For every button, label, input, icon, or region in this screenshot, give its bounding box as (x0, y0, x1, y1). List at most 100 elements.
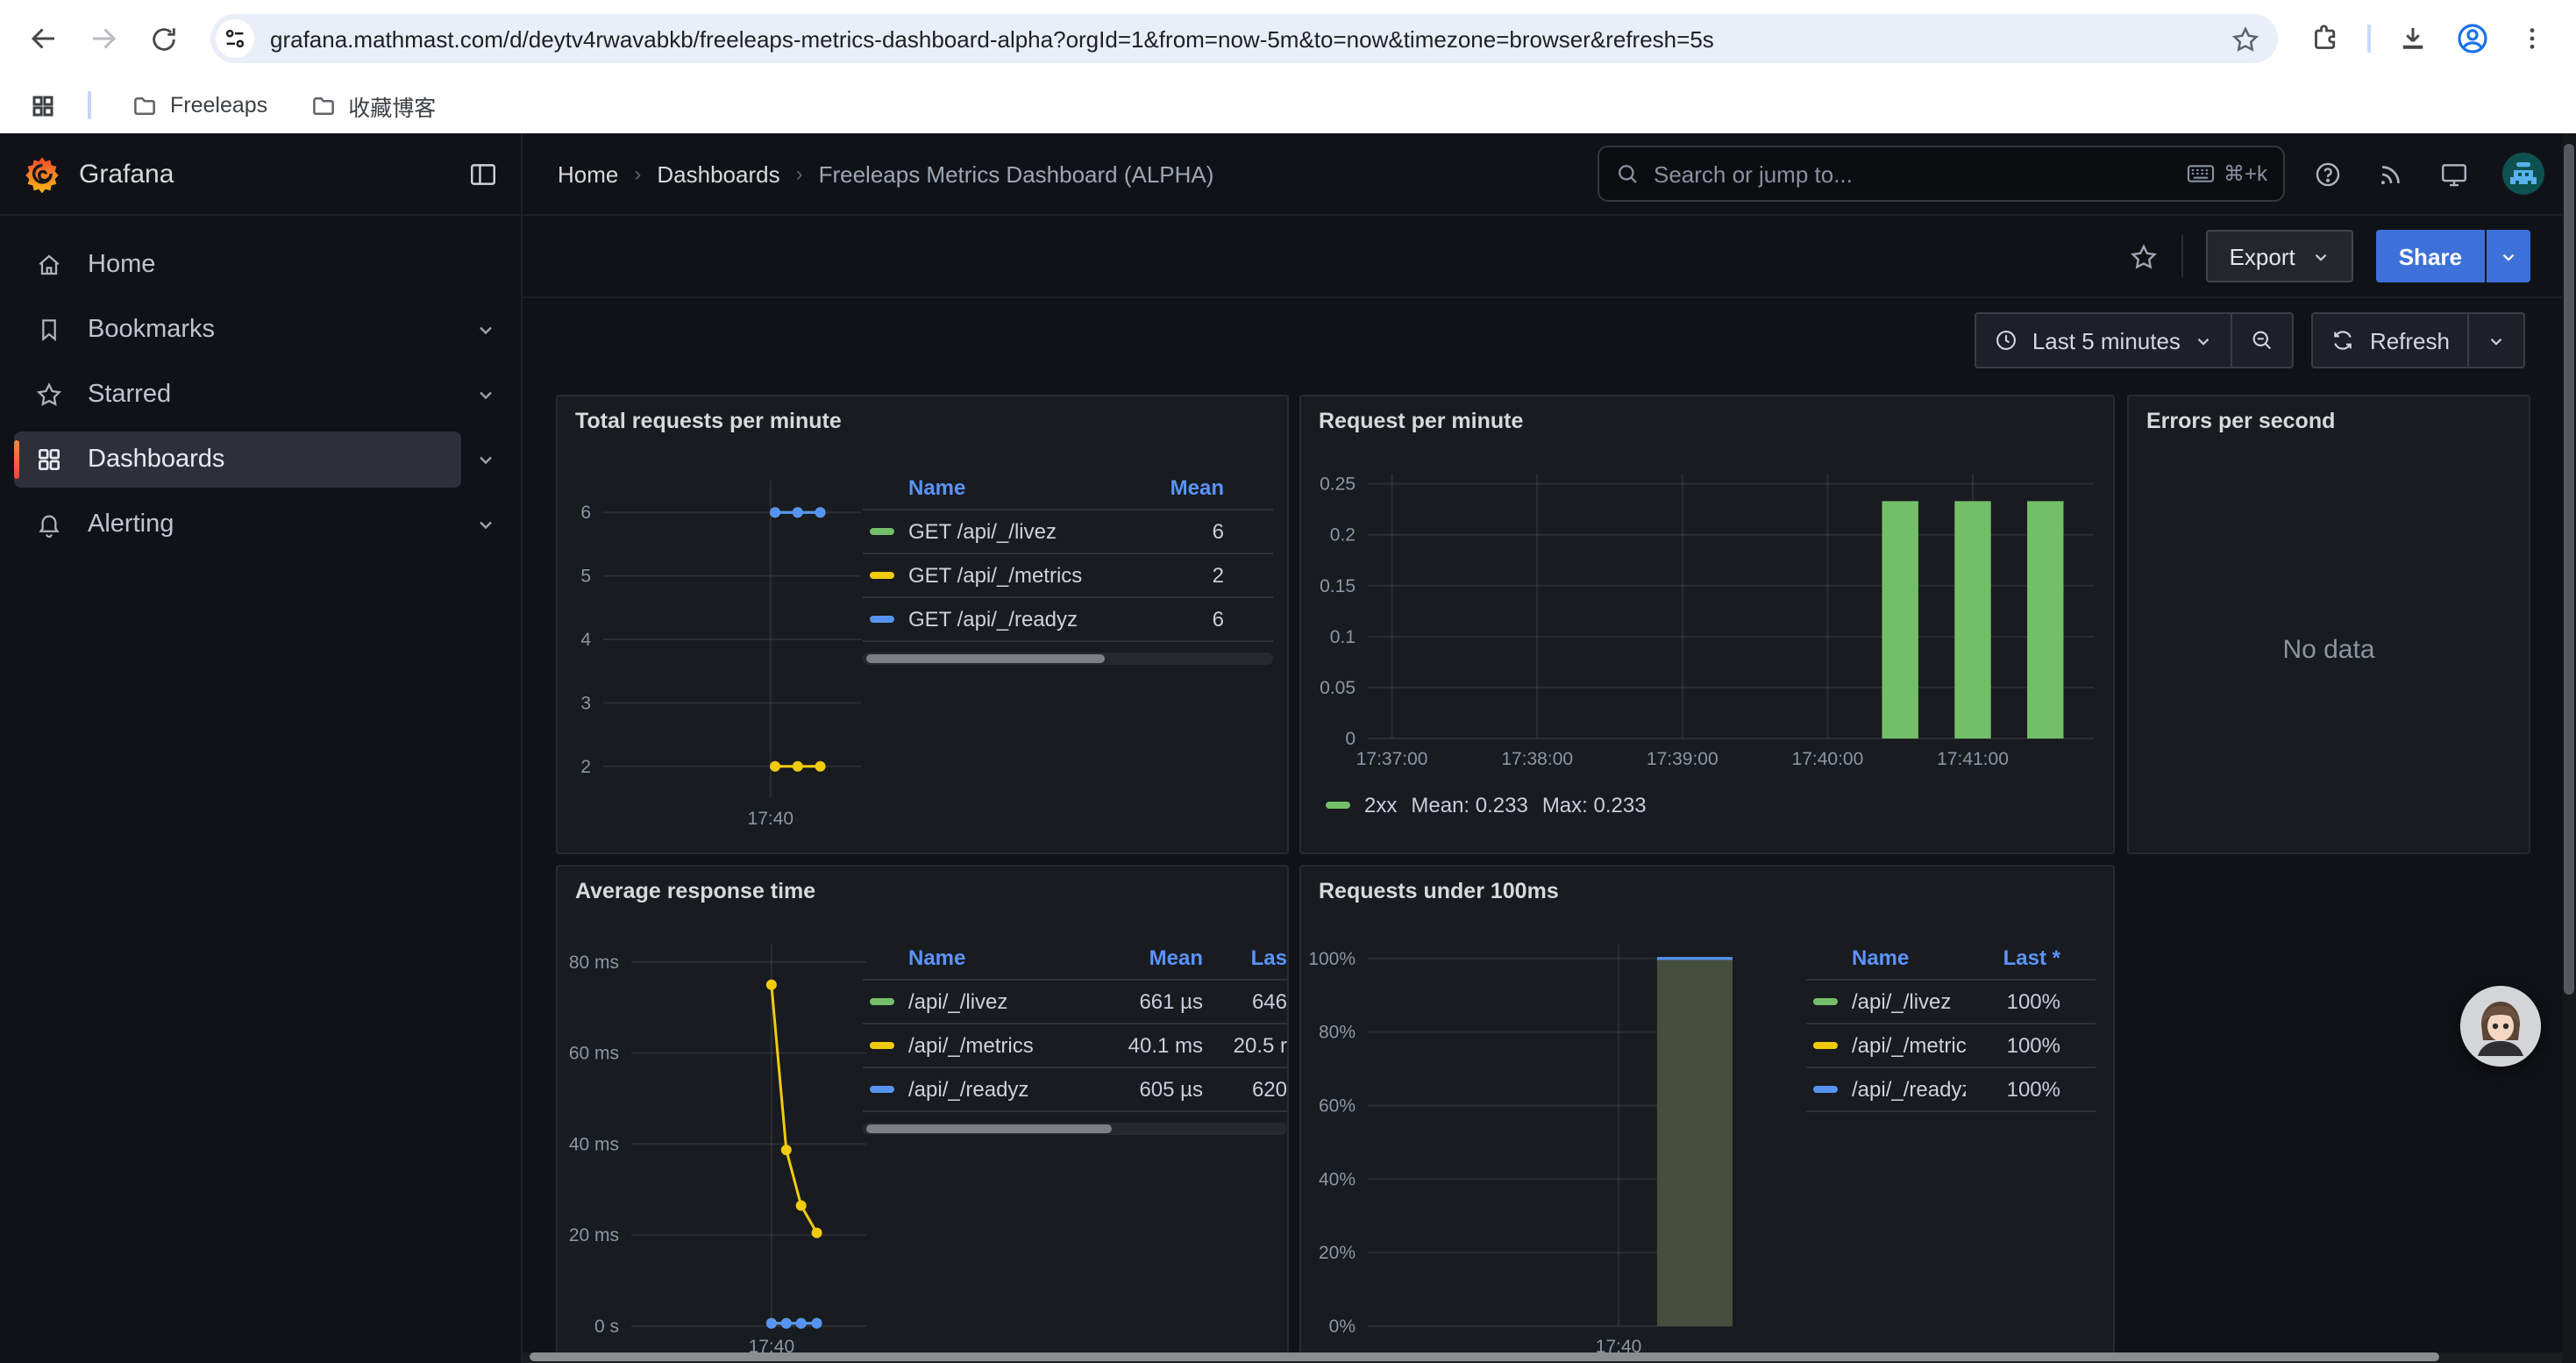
panel-title[interactable]: Errors per second (2129, 396, 2529, 446)
bookmark-label: Freeleaps (170, 93, 267, 118)
legend-row[interactable]: /api/_/readyz100% (1806, 1068, 2096, 1112)
bookmark-folder-freeleaps[interactable]: Freeleaps (116, 85, 283, 125)
main-area: Home › Dashboards › Freeleaps Metrics Da… (523, 133, 2576, 1363)
scrollbar-thumb[interactable] (530, 1352, 2439, 1361)
help-icon[interactable] (2313, 159, 2343, 189)
legend-scrollbar[interactable] (863, 653, 1273, 665)
panel-errors-per-second: Errors per second No data (2127, 395, 2530, 854)
expand-starred-button[interactable] (461, 370, 510, 419)
breadcrumb-dashboards[interactable]: Dashboards (657, 161, 779, 187)
sidebar-item-starred[interactable]: Starred (14, 367, 461, 423)
sidebar-toggle-icon[interactable] (468, 159, 498, 189)
refresh-interval-button[interactable] (2469, 314, 2523, 367)
time-range-picker[interactable]: Last 5 minutes (1976, 314, 2231, 367)
grafana-app: Grafana Home Bookmarks (0, 133, 2576, 1363)
legend-table[interactable]: NameMeanGET /api/_/livez6GET /api/_/metr… (863, 467, 1273, 665)
export-button[interactable]: Export (2207, 230, 2353, 282)
expand-alerting-button[interactable] (461, 500, 510, 549)
legend-row[interactable]: /api/_/livez661 µs646 (863, 981, 1287, 1024)
user-avatar[interactable] (2502, 153, 2544, 195)
legend-row[interactable]: /api/_/metrics40.1 ms20.5 r (863, 1024, 1287, 1068)
favorite-star-icon[interactable] (2130, 241, 2160, 271)
apps-grid-button[interactable] (21, 84, 63, 126)
expand-dashboards-button[interactable] (461, 435, 510, 484)
search-shortcut: ⌘+k (2187, 161, 2267, 186)
horizontal-scrollbar[interactable] (523, 1352, 2576, 1363)
header-icons (2313, 153, 2544, 195)
time-range-label: Last 5 minutes (2032, 327, 2181, 353)
downloads-button[interactable] (2387, 12, 2439, 65)
search-placeholder: Search or jump to... (1654, 161, 2173, 187)
scrollbar-thumb[interactable] (866, 1124, 1113, 1133)
panel-title[interactable]: Total requests per minute (558, 396, 1287, 446)
browser-menu-button[interactable] (2506, 12, 2558, 65)
panel-title[interactable]: Request per minute (1301, 396, 2113, 446)
monitor-icon[interactable] (2439, 159, 2469, 189)
chevron-down-icon (2311, 246, 2330, 266)
legend-swatch (1813, 1042, 1838, 1049)
legend-row[interactable]: /api/_/readyz605 µs620 (863, 1068, 1287, 1112)
expand-bookmarks-button[interactable] (461, 305, 510, 354)
sidebar-item-bookmarks[interactable]: Bookmarks (14, 302, 461, 358)
share-button[interactable]: Share (2376, 230, 2485, 282)
svg-text:6: 6 (580, 503, 591, 523)
url-text[interactable]: grafana.mathmast.com/d/deytv4rwavabkb/fr… (270, 25, 2231, 52)
svg-text:0.2: 0.2 (1330, 525, 1356, 546)
back-button[interactable] (18, 12, 70, 65)
svg-text:80%: 80% (1319, 1023, 1356, 1043)
scrollbar-thumb[interactable] (2564, 144, 2574, 995)
bookmark-label: 收藏博客 (348, 89, 436, 122)
legend-max: Max: 0.233 (1542, 793, 1647, 817)
legend-table[interactable]: NameMeanLas/api/_/livez661 µs646/api/_/m… (863, 937, 1287, 1135)
forward-button[interactable] (77, 12, 130, 65)
legend-row[interactable]: GET /api/_/livez6 (863, 510, 1273, 554)
scrollbar-thumb[interactable] (866, 654, 1104, 663)
legend-row[interactable]: /api/_/livez100% (1806, 981, 2096, 1024)
legend-row[interactable]: /api/_/metrics100% (1806, 1024, 2096, 1068)
svg-text:17:40: 17:40 (748, 809, 794, 829)
sidebar-item-label: Home (88, 251, 155, 279)
legend-row[interactable]: GET /api/_/metrics2 (863, 554, 1273, 598)
legend-swatch (1326, 802, 1350, 809)
svg-text:17:37:00: 17:37:00 (1356, 749, 1428, 769)
sidebar-item-home[interactable]: Home (14, 237, 510, 293)
series-legend[interactable]: 2xx Mean: 0.233 Max: 0.233 (1326, 793, 1647, 817)
bookmark-folder-blogs[interactable]: 收藏博客 (294, 82, 452, 129)
reload-button[interactable] (137, 12, 189, 65)
legend-swatch (870, 1042, 894, 1049)
profile-icon (2455, 21, 2490, 56)
legend-series-label: 2xx (1364, 793, 1397, 817)
sidebar-item-alerting[interactable]: Alerting (14, 496, 461, 553)
legend-row[interactable]: GET /api/_/readyz6 (863, 598, 1273, 642)
panel-title[interactable]: Requests under 100ms (1301, 867, 2113, 916)
zoom-out-button[interactable] (2233, 314, 2293, 367)
svg-text:20 ms: 20 ms (569, 1225, 619, 1245)
svg-text:0 s: 0 s (594, 1317, 619, 1337)
refresh-button[interactable]: Refresh (2314, 314, 2467, 367)
legend-scrollbar[interactable] (863, 1123, 1287, 1135)
legend-header: NameLast * (1806, 937, 2096, 981)
url-bar[interactable]: grafana.mathmast.com/d/deytv4rwavabkb/fr… (210, 14, 2278, 63)
refresh-label: Refresh (2370, 327, 2450, 353)
vertical-scrollbar[interactable] (2562, 133, 2576, 1363)
grafana-logo[interactable] (23, 154, 61, 193)
news-rss-icon[interactable] (2376, 159, 2406, 189)
extensions-button[interactable] (2299, 12, 2352, 65)
svg-text:17:40:00: 17:40:00 (1792, 749, 1864, 769)
panel-title[interactable]: Average response time (558, 867, 1287, 916)
legend-table[interactable]: NameLast */api/_/livez100%/api/_/metrics… (1806, 937, 2096, 1112)
svg-text:0.15: 0.15 (1320, 576, 1356, 596)
legend-swatch (870, 528, 894, 535)
breadcrumb-separator: › (634, 161, 641, 186)
search-input[interactable]: Search or jump to... ⌘+k (1598, 146, 2285, 202)
site-settings-icon[interactable] (216, 19, 254, 58)
sidebar-item-dashboards[interactable]: Dashboards (14, 432, 461, 488)
svg-text:4: 4 (580, 630, 591, 650)
breadcrumb-home[interactable]: Home (558, 161, 618, 187)
floating-avatar-widget[interactable] (2460, 986, 2541, 1067)
under-100ms-chart: 0%20%40%60%80%100%17:40 (1308, 930, 1747, 1363)
share-menu-button[interactable] (2485, 230, 2530, 282)
profile-button[interactable] (2446, 12, 2499, 65)
bookmark-star-icon[interactable] (2231, 24, 2260, 54)
chevron-down-icon (475, 319, 496, 340)
